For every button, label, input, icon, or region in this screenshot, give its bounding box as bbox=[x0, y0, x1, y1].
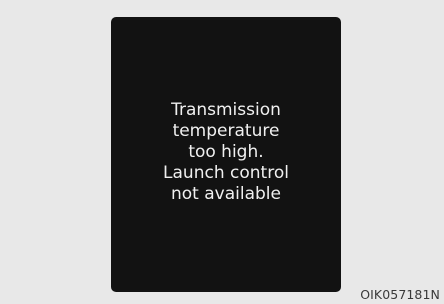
message-line-4: Launch control bbox=[163, 163, 289, 183]
message-line-5: not available bbox=[171, 184, 281, 204]
message-line-1: Transmission bbox=[171, 100, 281, 120]
message-line-2: temperature bbox=[172, 121, 280, 141]
cluster-display: Transmission temperature too high. Launc… bbox=[111, 17, 341, 292]
message-line-3: too high. bbox=[188, 142, 264, 162]
figure-code-label: OIK057181N bbox=[360, 287, 440, 302]
warning-message: Transmission temperature too high. Launc… bbox=[163, 100, 289, 205]
